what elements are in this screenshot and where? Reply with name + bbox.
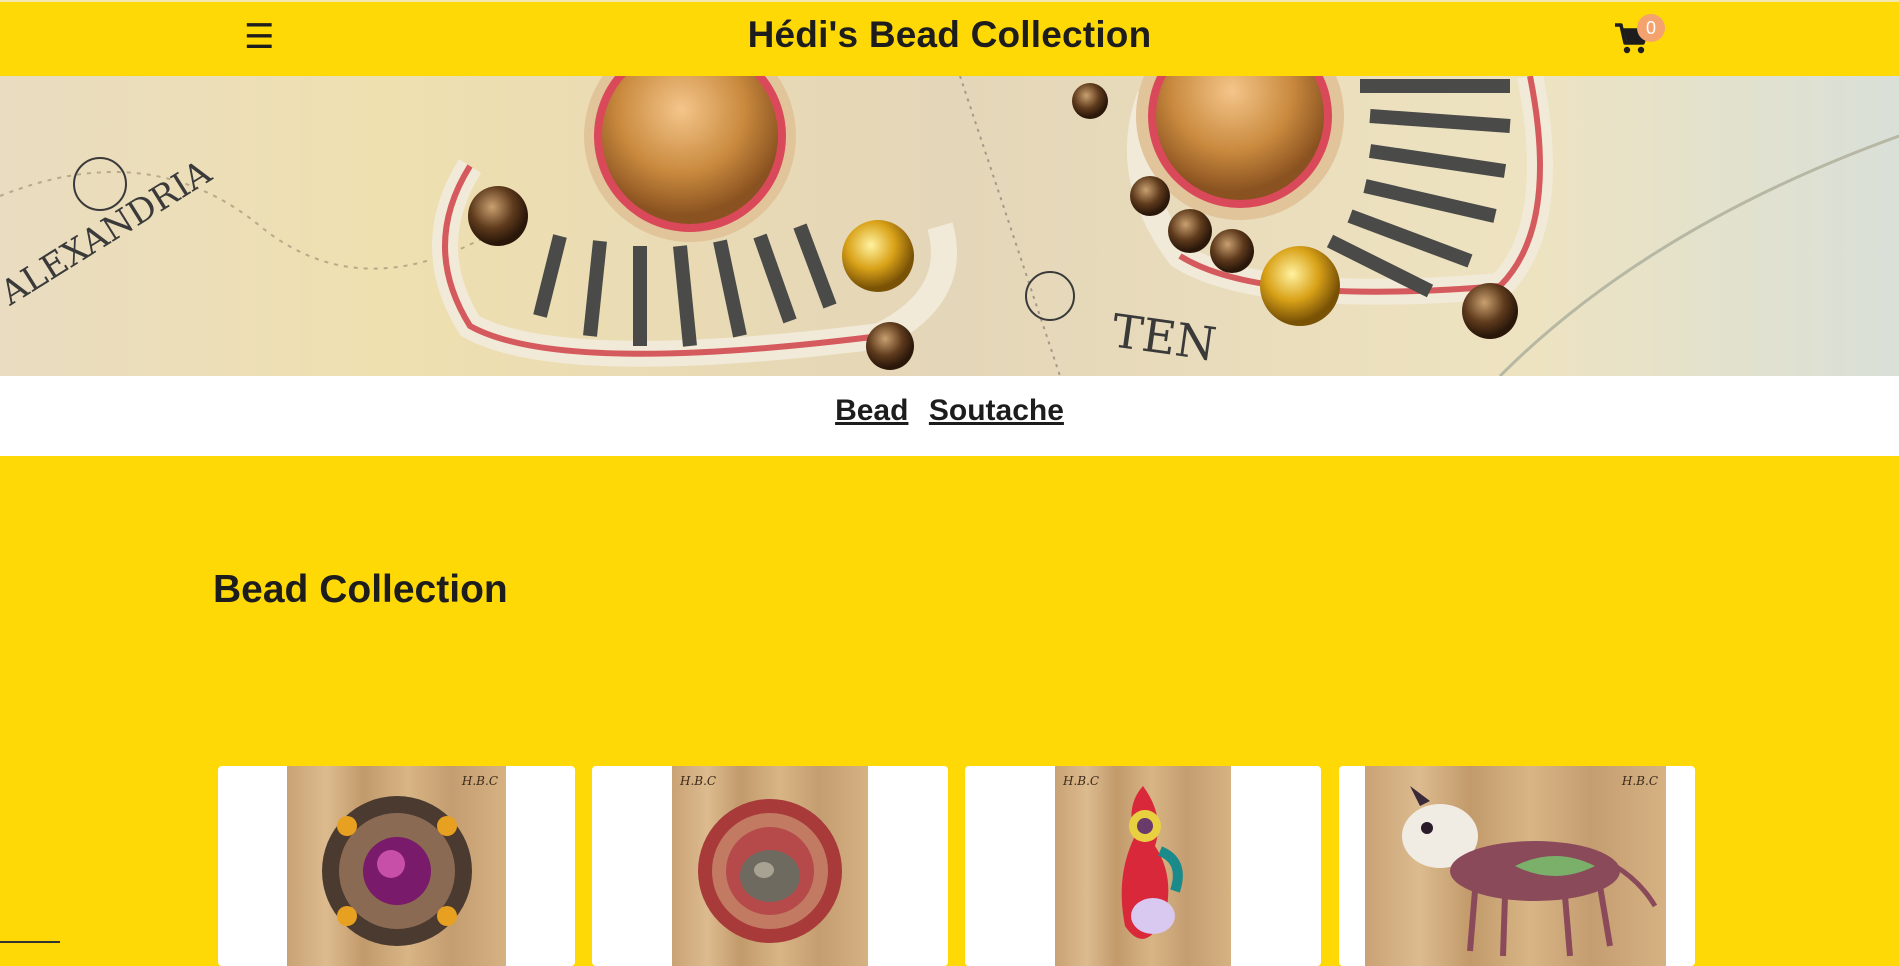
category-nav: Bead Soutache (0, 376, 1899, 456)
cart-button[interactable]: 0 (1613, 14, 1665, 60)
category-link-bead[interactable]: Bead (835, 394, 908, 428)
product-card[interactable]: H.B.C (965, 766, 1321, 966)
top-navbar: ☰ Hédi's Bead Collection 0 (0, 0, 1899, 76)
product-image: H.B.C (672, 766, 868, 966)
beaded-brooch-photo (698, 799, 842, 943)
watermark: H.B.C (1063, 774, 1100, 788)
cart-count-badge: 0 (1637, 14, 1665, 42)
beaded-bird-photo (1121, 786, 1183, 939)
hero-banner-image: ALEXANDRIA TEN (0, 76, 1899, 376)
product-card[interactable]: H.B.C (592, 766, 948, 966)
category-link-soutache[interactable]: Soutache (929, 394, 1064, 428)
beaded-animal-photo (1402, 786, 1658, 957)
product-image: H.B.C (287, 766, 506, 966)
beaded-pendant-photo (322, 796, 472, 946)
product-card[interactable]: H.B.C (1339, 766, 1695, 966)
section-title: Bead Collection (213, 568, 508, 611)
product-card[interactable]: H.B.C (218, 766, 575, 966)
watermark: H.B.C (1621, 774, 1658, 788)
watermark: H.B.C (680, 774, 717, 788)
product-image: H.B.C (1365, 766, 1666, 966)
watermark: H.B.C (461, 774, 498, 788)
soutache-earrings-photo: ALEXANDRIA TEN (0, 76, 1899, 376)
product-image: H.B.C (1055, 766, 1231, 966)
